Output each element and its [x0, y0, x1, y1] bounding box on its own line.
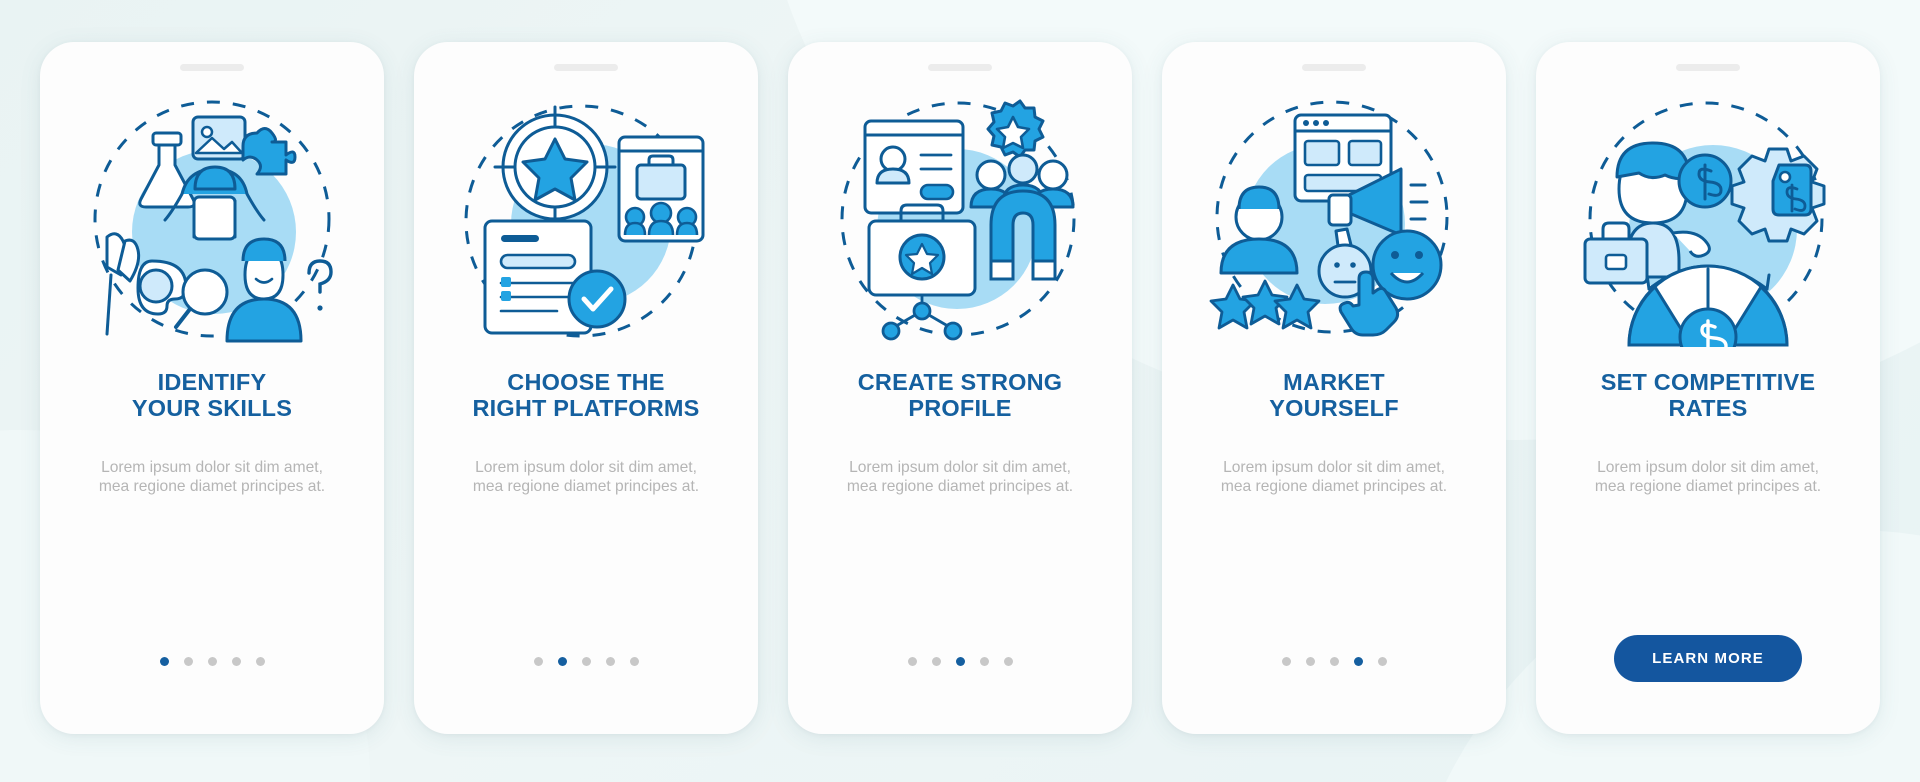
card-title-line-2: RIGHT PLATFORMS: [472, 395, 700, 422]
phone-speaker-bar: [1302, 64, 1366, 71]
pagination-dot-1[interactable]: [907, 657, 917, 666]
onboarding-card-3[interactable]: CREATE STRONG PROFILE Lorem ipsum dolor …: [788, 42, 1132, 734]
onboarding-screens-stage: IDENTIFY YOUR SKILLS Lorem ipsum dolor s…: [0, 0, 1920, 782]
pagination-dot-5[interactable]: [1003, 657, 1013, 666]
card-title-line-2: RATES: [1668, 395, 1748, 422]
pagination-dot-1[interactable]: [533, 657, 543, 666]
pagination-dot-4[interactable]: [231, 657, 241, 666]
phone-speaker-bar: [1676, 64, 1740, 71]
pagination-dots[interactable]: [1281, 657, 1387, 666]
card-body-text: Lorem ipsum dolor sit dim amet, mea regi…: [846, 458, 1074, 496]
card-title: MARKET YOURSELF: [1199, 369, 1469, 422]
skills-discovery-illustration: [93, 100, 333, 343]
card-title-line-1: CHOOSE THE: [507, 369, 665, 395]
card-title-line-1: CREATE STRONG: [857, 369, 1063, 395]
pagination-dot-3[interactable]: [1329, 657, 1339, 666]
card-title-line-2: YOUR SKILLS: [131, 395, 293, 422]
pagination-dot-2[interactable]: [1305, 657, 1315, 666]
pagination-dot-4[interactable]: [605, 657, 615, 666]
target-platform-illustration: [464, 104, 705, 338]
profile-magnet-illustration: [840, 99, 1076, 341]
card-title: CHOOSE THE RIGHT PLATFORMS: [451, 369, 721, 422]
pagination-dot-5[interactable]: [1377, 657, 1387, 666]
pagination-dot-2[interactable]: [557, 657, 567, 666]
learn-more-button[interactable]: LEARN MORE: [1614, 635, 1802, 682]
pagination-dot-3[interactable]: [955, 657, 965, 666]
phone-speaker-bar: [928, 64, 992, 71]
pricing-rates-illustration: [1583, 101, 1826, 347]
onboarding-card-2[interactable]: CHOOSE THE RIGHT PLATFORMS Lorem ipsum d…: [414, 42, 758, 734]
pagination-dot-5[interactable]: [255, 657, 265, 666]
pagination-dot-2[interactable]: [931, 657, 941, 666]
onboarding-card-1[interactable]: IDENTIFY YOUR SKILLS Lorem ipsum dolor s…: [40, 42, 384, 734]
card-body-text: Lorem ipsum dolor sit dim amet, mea regi…: [1220, 458, 1448, 496]
card-title: IDENTIFY YOUR SKILLS: [77, 369, 347, 422]
onboarding-cards-row: IDENTIFY YOUR SKILLS Lorem ipsum dolor s…: [0, 0, 1920, 734]
pagination-dot-4[interactable]: [979, 657, 989, 666]
onboarding-card-5[interactable]: SET COMPETITIVE RATES Lorem ipsum dolor …: [1536, 42, 1880, 734]
pagination-dots[interactable]: [907, 657, 1013, 666]
card-body-text: Lorem ipsum dolor sit dim amet, mea regi…: [472, 458, 700, 496]
card-title-line-2: PROFILE: [908, 395, 1012, 422]
card-title-line-1: SET COMPETITIVE: [1600, 369, 1816, 395]
pagination-dot-1[interactable]: [1281, 657, 1291, 666]
marketing-feedback-illustration: [1209, 100, 1449, 337]
pagination-dots[interactable]: [533, 657, 639, 666]
pagination-dot-3[interactable]: [581, 657, 591, 666]
pagination-dot-1[interactable]: [159, 657, 169, 666]
pagination-dots[interactable]: [159, 657, 265, 666]
card-body-text: Lorem ipsum dolor sit dim amet, mea regi…: [1594, 458, 1822, 496]
card-title-line-2: YOURSELF: [1269, 395, 1399, 422]
pagination-dot-5[interactable]: [629, 657, 639, 666]
card-title: CREATE STRONG PROFILE: [825, 369, 1095, 422]
pagination-dot-4[interactable]: [1353, 657, 1363, 666]
phone-speaker-bar: [180, 64, 244, 71]
pagination-dot-3[interactable]: [207, 657, 217, 666]
card-title-line-1: IDENTIFY: [157, 369, 267, 395]
phone-speaker-bar: [554, 64, 618, 71]
card-body-text: Lorem ipsum dolor sit dim amet, mea regi…: [98, 458, 326, 496]
card-title: SET COMPETITIVE RATES: [1573, 369, 1843, 422]
card-title-line-1: MARKET: [1283, 369, 1385, 395]
pagination-dot-2[interactable]: [183, 657, 193, 666]
onboarding-card-4[interactable]: MARKET YOURSELF Lorem ipsum dolor sit di…: [1162, 42, 1506, 734]
